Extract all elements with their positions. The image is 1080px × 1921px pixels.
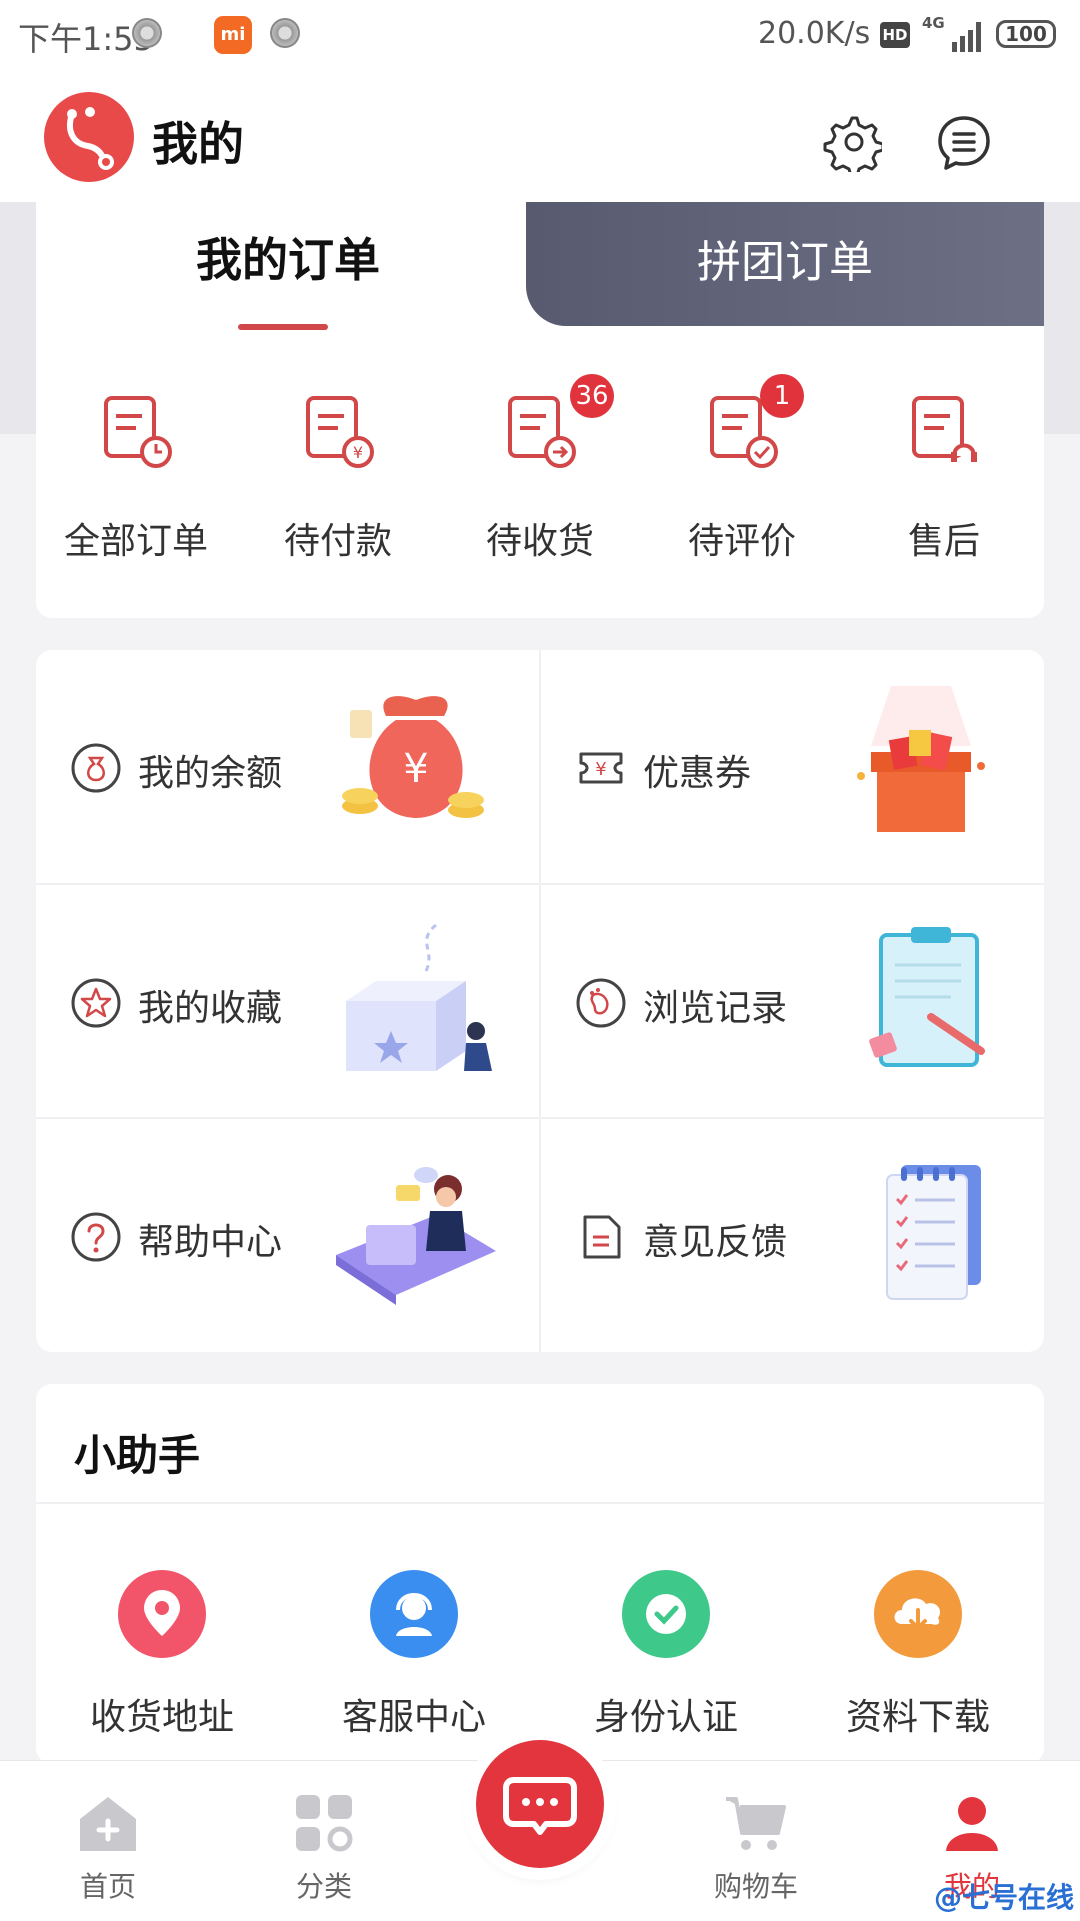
nav-item-cart[interactable]: 购物车 xyxy=(648,1761,864,1921)
nav-item-home[interactable]: 首页 xyxy=(0,1761,216,1921)
location-icon xyxy=(118,1570,206,1658)
nav-label: 购物车 xyxy=(713,1870,798,1903)
helper-item-label: 身份认证 xyxy=(593,1697,738,1738)
cart-icon xyxy=(726,1797,786,1850)
feature-favorites[interactable]: 我的收藏 xyxy=(36,885,539,1118)
hd-icon: HD xyxy=(880,22,910,48)
wallet-icon xyxy=(71,743,121,793)
favorites-box-illustration xyxy=(346,923,492,1071)
page-header: 我的 xyxy=(0,72,1080,202)
order-headset-icon xyxy=(912,396,977,462)
battery-icon: 100 xyxy=(996,20,1056,48)
order-item-label: 待收货 xyxy=(485,521,594,562)
clipboard-illustration xyxy=(869,927,985,1067)
page-title: 我的 xyxy=(152,117,244,171)
order-item-all[interactable]: 全部订单 xyxy=(36,392,236,592)
order-item-unpaid[interactable]: ¥ 待付款 xyxy=(238,392,438,592)
feature-grid: 我的余额 ¥ ¥ 优惠券 我的收藏 浏览记录 帮助中心 意见反馈 xyxy=(36,650,1044,1352)
helper-item-label: 资料下载 xyxy=(845,1697,990,1738)
feature-help-center[interactable]: 帮助中心 xyxy=(36,1119,539,1352)
count-badge: 36 xyxy=(570,374,614,418)
order-card: 我的订单 拼团订单 全部订单 ¥ 待付款 36 待收货 1 待评价 售后 xyxy=(36,202,1044,618)
status-bar: 下午1:55 mi 20.0K/s HD 4G 100 xyxy=(0,0,1080,72)
tab-group-orders[interactable]: 拼团订单 xyxy=(526,202,1044,326)
divider xyxy=(36,1502,1044,1504)
order-item-label: 待评价 xyxy=(687,521,796,562)
feature-label: 优惠券 xyxy=(643,753,752,794)
home-icon xyxy=(80,1797,136,1851)
order-item-after-sale[interactable]: 售后 xyxy=(844,392,1044,592)
helper-item-label: 收货地址 xyxy=(89,1697,234,1738)
nav-center-message-button[interactable] xyxy=(476,1740,604,1868)
svg-text:¥: ¥ xyxy=(353,443,363,462)
star-icon xyxy=(71,978,121,1028)
svg-text:¥: ¥ xyxy=(403,746,428,792)
order-item-label: 待付款 xyxy=(283,521,392,562)
tab-indicator xyxy=(238,324,328,330)
helper-item-download[interactable]: 资料下载 xyxy=(792,1570,1044,1760)
user-icon xyxy=(946,1797,998,1851)
feature-label: 浏览记录 xyxy=(643,988,788,1029)
tab-my-orders[interactable]: 我的订单 xyxy=(36,202,540,326)
nav-label: 分类 xyxy=(295,1870,352,1903)
notification-icon xyxy=(270,18,300,48)
watermark: @七号在线 xyxy=(934,1881,1075,1914)
helper-card: 小助手 收货地址 客服中心 身份认证 资料下载 xyxy=(36,1384,1044,1764)
feature-feedback[interactable]: 意见反馈 xyxy=(541,1119,1044,1352)
feature-label: 我的余额 xyxy=(138,753,283,794)
message-icon xyxy=(503,1777,577,1835)
helper-item-label: 客服中心 xyxy=(341,1697,486,1738)
nav-item-category[interactable]: 分类 xyxy=(216,1761,432,1921)
notification-icon xyxy=(132,18,162,48)
checklist-illustration xyxy=(886,1165,981,1300)
stethoscope-icon xyxy=(67,107,114,170)
tab-label: 我的订单 xyxy=(196,233,380,287)
count-badge: 1 xyxy=(760,374,804,418)
signal-icon xyxy=(952,22,981,52)
help-icon xyxy=(71,1212,121,1262)
avatar[interactable] xyxy=(44,92,134,182)
order-item-label: 售后 xyxy=(907,521,980,562)
helper-item-service[interactable]: 客服中心 xyxy=(288,1570,540,1760)
feature-label: 我的收藏 xyxy=(138,988,283,1029)
helper-title: 小助手 xyxy=(74,1431,201,1480)
gear-icon[interactable] xyxy=(822,112,882,172)
order-item-to-review[interactable]: 1 待评价 xyxy=(642,374,842,592)
nav-label: 首页 xyxy=(79,1870,136,1903)
download-icon xyxy=(874,1570,962,1658)
feature-history[interactable]: 浏览记录 xyxy=(541,885,1044,1118)
order-item-label: 全部订单 xyxy=(63,521,208,562)
feedback-icon xyxy=(583,1215,621,1259)
category-icon xyxy=(296,1795,353,1852)
feature-coupon[interactable]: ¥ 优惠券 xyxy=(541,650,1044,883)
network-type: 4G xyxy=(922,14,945,32)
money-bag-illustration: ¥ xyxy=(342,696,484,818)
network-speed: 20.0K/s xyxy=(758,16,871,51)
gift-box-illustration xyxy=(857,686,985,832)
feature-label: 意见反馈 xyxy=(643,1222,788,1263)
help-desk-illustration xyxy=(336,1167,496,1305)
helper-item-address[interactable]: 收货地址 xyxy=(36,1570,288,1760)
order-yen-icon: ¥ xyxy=(306,396,374,468)
feature-balance[interactable]: 我的余额 ¥ xyxy=(36,650,539,883)
svg-text:¥: ¥ xyxy=(595,759,606,780)
order-item-to-receive[interactable]: 36 待收货 xyxy=(440,374,640,592)
coupon-icon: ¥ xyxy=(579,752,623,784)
verify-icon xyxy=(622,1570,710,1658)
mi-app-icon: mi xyxy=(214,16,252,54)
service-icon xyxy=(370,1570,458,1658)
tab-label: 拼团订单 xyxy=(697,237,873,288)
order-arrow-icon xyxy=(508,396,576,468)
feature-label: 帮助中心 xyxy=(138,1222,283,1263)
helper-item-verify[interactable]: 身份认证 xyxy=(540,1570,792,1760)
footprint-icon xyxy=(576,978,626,1028)
message-icon[interactable] xyxy=(934,112,994,172)
order-clock-icon xyxy=(104,396,172,468)
